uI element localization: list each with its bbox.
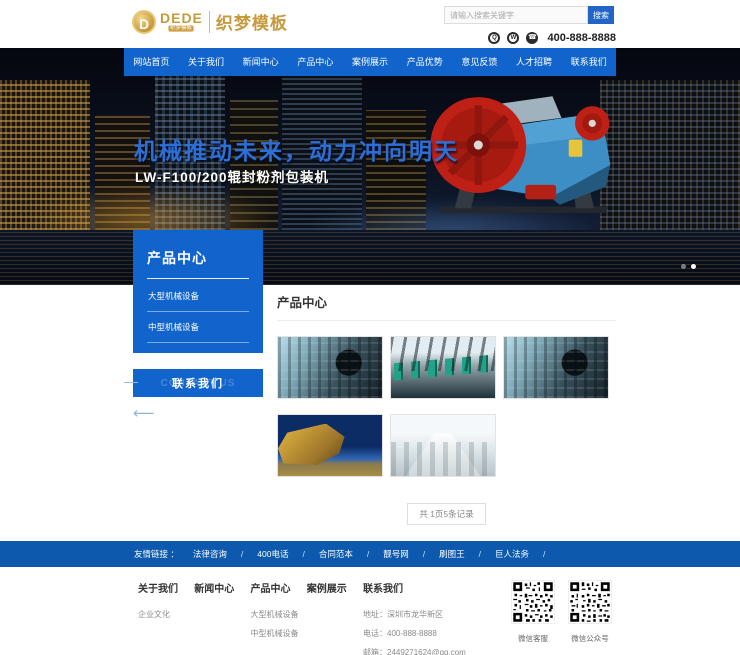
hero-banner: 网站首页 关于我们 新闻中心 产品中心 案例展示 产品优势 意见反馈 人才招聘 … xyxy=(0,48,740,285)
friend-link[interactable]: 法律咨询 xyxy=(193,548,243,560)
friend-links-label: 友情链接 ： xyxy=(134,548,179,560)
footer-col-title: 关于我们 xyxy=(138,580,194,595)
logo-divider xyxy=(209,11,210,33)
footer-col-title: 产品中心 xyxy=(251,580,307,595)
nav-item-cases[interactable]: 案例展示 xyxy=(343,48,398,76)
logo-brand-text: DEDE xyxy=(160,12,203,25)
logo-title: 织梦模板 xyxy=(216,9,288,34)
search-button[interactable]: 搜索 xyxy=(588,6,614,24)
hotline-number: 400-888-8888 xyxy=(547,32,616,44)
friend-link[interactable]: 巨人法务 xyxy=(495,548,545,560)
content-section: 产品中心 大型机械设备 中型机械设备 CONTACT US 联系我们 ⟵ 产品中… xyxy=(0,285,740,525)
product-card[interactable] xyxy=(277,414,383,477)
header-search-area: 搜索 Q W ☎ 400-888-8888 xyxy=(444,6,616,44)
qr-wechat-service: 微信客服 xyxy=(511,580,555,655)
footer-col-about: 关于我们 企业文化 xyxy=(138,580,194,655)
footer-col-cases: 案例展示 xyxy=(307,580,363,655)
footer-col-contact: 联系我们 地址：深圳市龙华新区 电话：400-888-8888 邮箱：24492… xyxy=(363,580,511,655)
footer-col-products: 产品中心 大型机械设备 中型机械设备 xyxy=(251,580,307,655)
footer-link[interactable]: 大型机械设备 xyxy=(251,605,307,624)
wechat-icon[interactable]: W xyxy=(507,32,519,44)
nav-item-contact[interactable]: 联系我们 xyxy=(561,48,616,76)
friend-link[interactable]: 400电话 xyxy=(257,548,305,560)
search-input[interactable] xyxy=(444,6,588,24)
footer-email: 邮箱：2449271624@qq.com xyxy=(363,643,511,655)
pagination-summary[interactable]: 共 1页5条记录 xyxy=(407,503,485,525)
page-footer: 关于我们 企业文化 新闻中心 产品中心 大型机械设备 中型机械设备 案例展示 联… xyxy=(0,567,740,655)
top-header: D DEDE 织梦模板 织梦模板 搜索 Q W ☎ 400-888-8888 xyxy=(0,0,740,48)
product-image xyxy=(391,415,495,476)
product-card[interactable] xyxy=(390,336,496,399)
product-card[interactable] xyxy=(503,336,609,399)
main-navigation: 网站首页 关于我们 新闻中心 产品中心 案例展示 产品优势 意见反馈 人才招聘 … xyxy=(124,48,616,76)
footer-col-title: 案例展示 xyxy=(307,580,363,595)
sidebar-contact-button[interactable]: CONTACT US 联系我们 xyxy=(133,369,263,397)
sidebar-item-large-machinery[interactable]: 大型机械设备 xyxy=(147,281,249,312)
site-logo[interactable]: D DEDE 织梦模板 织梦模板 xyxy=(132,9,288,34)
product-image xyxy=(278,337,382,398)
logo-brand-block: DEDE 织梦模板 xyxy=(160,12,203,32)
footer-address: 地址：深圳市龙华新区 xyxy=(363,605,511,624)
friend-link[interactable]: 合同范本 xyxy=(319,548,369,560)
qr-code-image xyxy=(568,580,612,624)
friend-link[interactable]: 靓号网 xyxy=(383,548,425,560)
sidebar-item-medium-machinery[interactable]: 中型机械设备 xyxy=(147,312,249,343)
sidebar: 产品中心 大型机械设备 中型机械设备 CONTACT US 联系我们 ⟵ xyxy=(133,230,263,421)
sidebar-products-box: 产品中心 大型机械设备 中型机械设备 xyxy=(133,230,263,353)
product-image xyxy=(394,355,492,381)
product-image xyxy=(504,337,608,398)
carousel-dot-active[interactable] xyxy=(691,264,696,269)
phone-icon: ☎ xyxy=(526,32,538,44)
nav-item-feedback[interactable]: 意见反馈 xyxy=(452,48,507,76)
qr-label: 微信客服 xyxy=(511,633,555,644)
footer-phone: 电话：400-888-8888 xyxy=(363,624,511,643)
nav-item-advantages[interactable]: 产品优势 xyxy=(397,48,452,76)
product-card[interactable] xyxy=(390,414,496,477)
hero-subheadline: LW-F100/200辊封粉剂包装机 xyxy=(135,166,329,186)
carousel-dots xyxy=(681,264,696,269)
qr-wechat-official: 微信公众号 xyxy=(568,580,612,655)
qr-code-area: 微信客服 微信公众号 xyxy=(511,580,616,655)
sidebar-contact-label: 联系我们 xyxy=(172,375,224,391)
footer-col-title: 联系我们 xyxy=(363,580,511,595)
main-column: 产品中心 共 1页5条记录 xyxy=(277,292,616,525)
nav-item-jobs[interactable]: 人才招聘 xyxy=(507,48,562,76)
qr-label: 微信公众号 xyxy=(568,633,612,644)
footer-link[interactable]: 企业文化 xyxy=(138,605,194,624)
qq-icon[interactable]: Q xyxy=(488,32,500,44)
footer-link[interactable]: 中型机械设备 xyxy=(251,624,307,643)
friend-link[interactable]: 刷图王 xyxy=(439,548,481,560)
product-card[interactable] xyxy=(277,336,383,399)
slider-prev-arrow-icon[interactable]: ⟵ xyxy=(133,406,263,421)
logo-coin-icon: D xyxy=(132,10,156,34)
products-section-title: 产品中心 xyxy=(277,292,616,321)
product-grid xyxy=(277,336,616,477)
nav-item-home[interactable]: 网站首页 xyxy=(124,48,179,76)
qr-code-image xyxy=(511,580,555,624)
footer-col-title: 新闻中心 xyxy=(194,580,250,595)
footer-col-news: 新闻中心 xyxy=(194,580,250,655)
nav-item-news[interactable]: 新闻中心 xyxy=(233,48,288,76)
sidebar-products-title: 产品中心 xyxy=(147,248,249,268)
sidebar-title-rule xyxy=(147,278,249,279)
nav-item-about[interactable]: 关于我们 xyxy=(179,48,234,76)
nav-item-products[interactable]: 产品中心 xyxy=(288,48,343,76)
carousel-dot[interactable] xyxy=(681,264,686,269)
product-image xyxy=(278,424,345,465)
logo-brand-tag: 织梦模板 xyxy=(169,25,194,31)
hero-headline: 机械推动未来，动力冲向明天 xyxy=(134,132,459,166)
friend-links-bar: 友情链接 ： 法律咨询 400电话 合同范本 靓号网 刷图王 巨人法务 xyxy=(0,541,740,567)
